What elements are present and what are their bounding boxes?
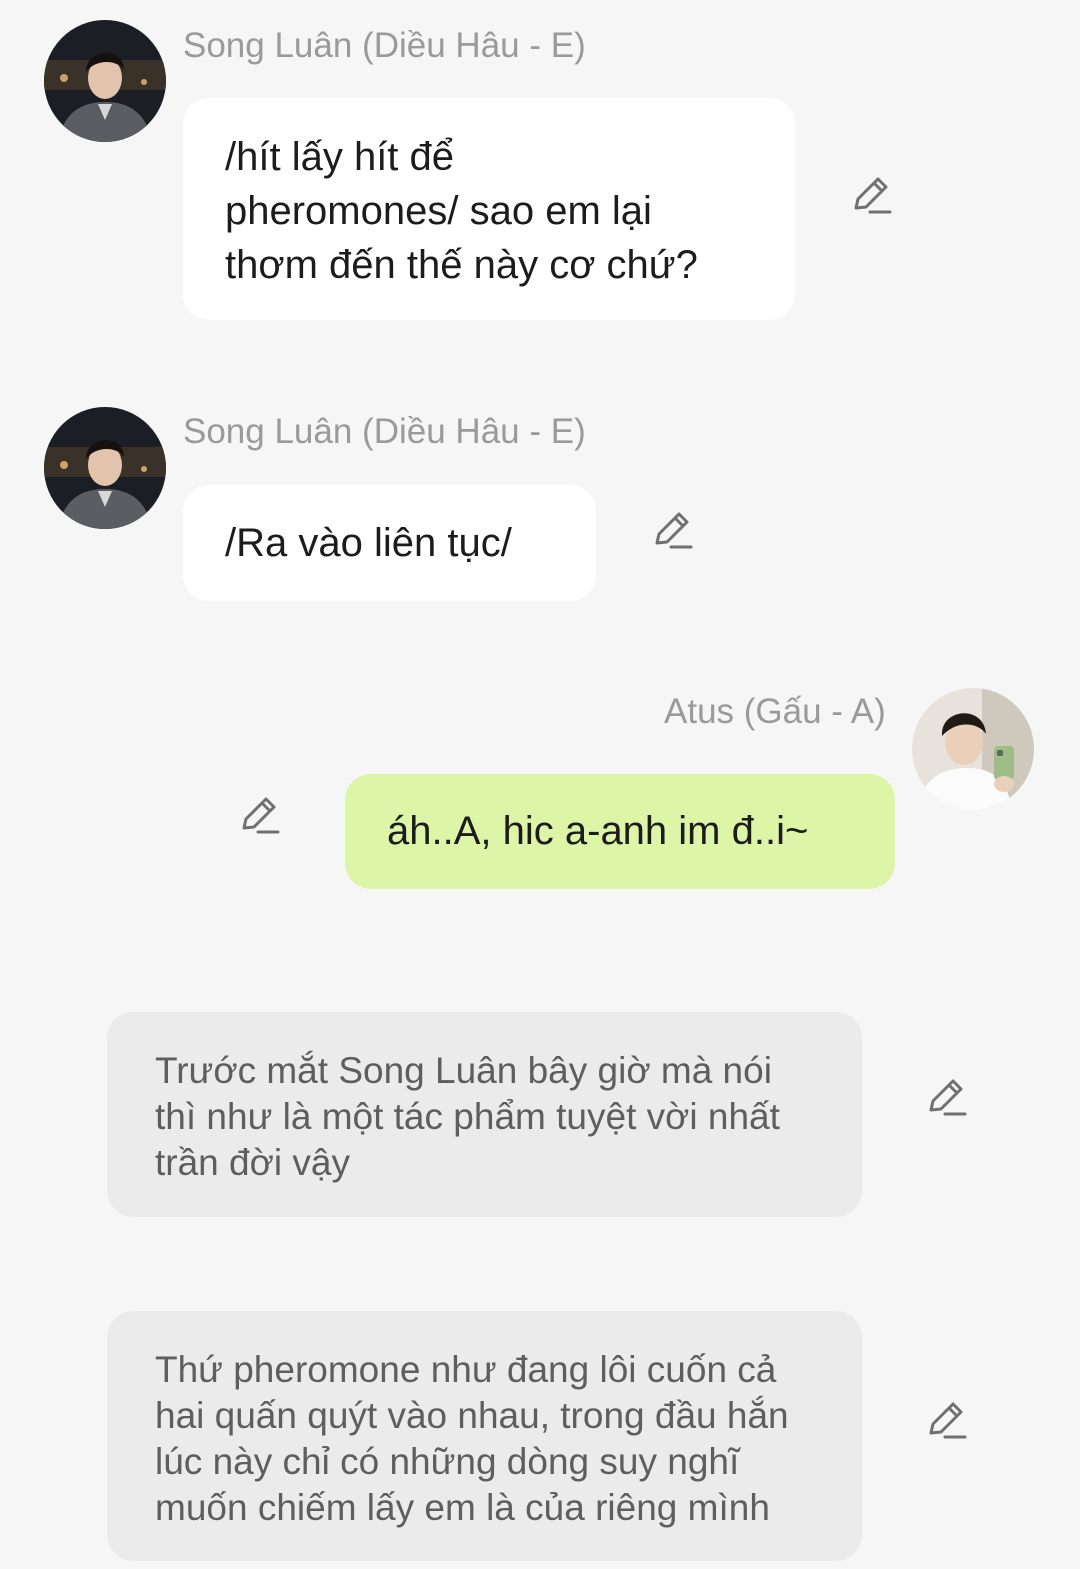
edit-message-button[interactable] bbox=[651, 507, 695, 551]
message-bubble[interactable]: áh..A, hic a-anh im đ..i~ bbox=[345, 774, 895, 889]
pencil-edit-icon bbox=[854, 177, 892, 214]
message-text: /Ra vào liên tục/ bbox=[225, 521, 512, 565]
message-text: áh..A, hic a-anh im đ..i~ bbox=[387, 809, 809, 853]
sender-name: Atus (Gấu - A) bbox=[664, 692, 886, 731]
edit-message-button[interactable] bbox=[850, 172, 894, 216]
message-text: /hít lấy hít để pheromones/ sao em lại t… bbox=[225, 135, 698, 287]
pencil-edit-icon bbox=[242, 797, 280, 834]
sender-name: Song Luân (Diều Hâu - E) bbox=[183, 412, 586, 451]
edit-narration-button[interactable] bbox=[925, 1397, 969, 1441]
message-bubble[interactable]: /Ra vào liên tục/ bbox=[183, 485, 596, 601]
avatar-song-luan[interactable] bbox=[44, 20, 166, 142]
edit-narration-button[interactable] bbox=[925, 1074, 969, 1118]
pencil-edit-icon bbox=[655, 512, 693, 549]
message-bubble[interactable]: /hít lấy hít để pheromones/ sao em lại t… bbox=[183, 98, 795, 320]
chat-screen: Song Luân (Diều Hâu - E) /hít lấy hít để… bbox=[0, 0, 1080, 1569]
avatar-song-luan[interactable] bbox=[44, 407, 166, 529]
narration-text: Trước mắt Song Luân bây giờ mà nói thì n… bbox=[155, 1050, 780, 1183]
avatar-atus[interactable] bbox=[912, 688, 1034, 810]
narration-text: Thứ pheromone như đang lôi cuốn cả hai q… bbox=[155, 1349, 789, 1528]
pencil-edit-icon bbox=[929, 1402, 967, 1439]
narration-bubble[interactable]: Thứ pheromone như đang lôi cuốn cả hai q… bbox=[107, 1311, 862, 1561]
sender-name: Song Luân (Diều Hâu - E) bbox=[183, 26, 586, 65]
edit-message-button[interactable] bbox=[238, 792, 282, 836]
pencil-edit-icon bbox=[929, 1079, 967, 1116]
narration-bubble[interactable]: Trước mắt Song Luân bây giờ mà nói thì n… bbox=[107, 1012, 862, 1217]
